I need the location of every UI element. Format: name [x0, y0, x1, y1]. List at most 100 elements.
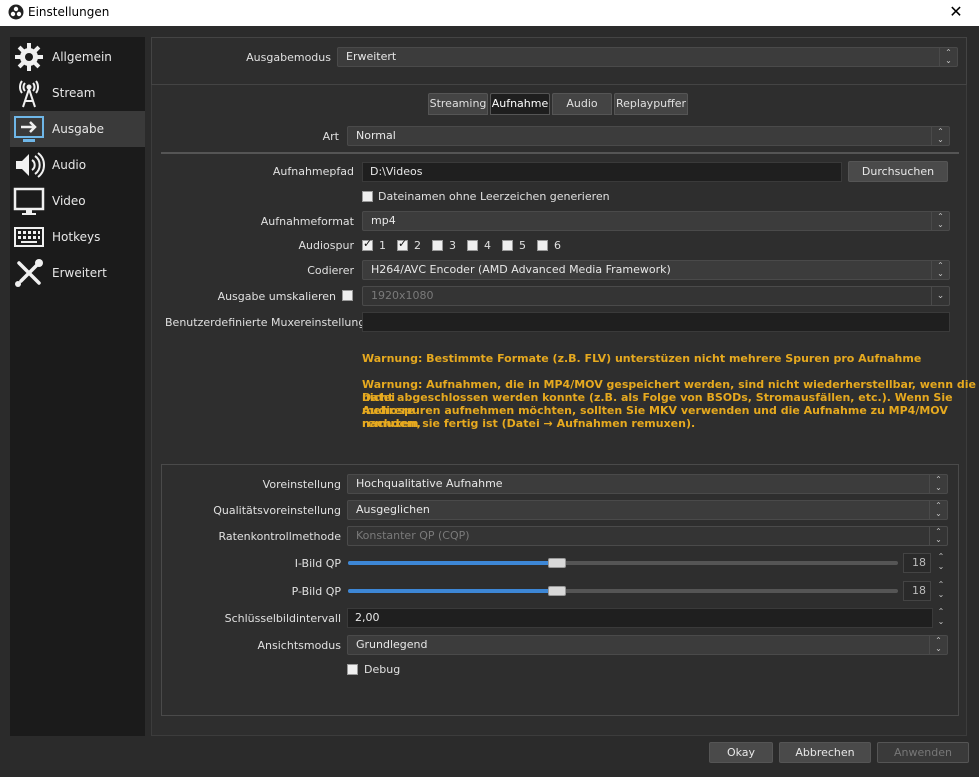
slider-handle[interactable] — [548, 586, 566, 596]
i-frame-qp-spinbox[interactable]: 18 — [903, 553, 931, 573]
output-mode-value: Erweitert — [346, 50, 397, 63]
spin-updown-icon[interactable]: ⌃ ⌄ — [934, 552, 948, 574]
sidebar-item-label: Stream — [52, 86, 96, 100]
audio-track-4-checkbox[interactable] — [467, 240, 478, 251]
sidebar-item-allgemein[interactable]: Allgemein — [10, 39, 145, 75]
sidebar-item-label: Allgemein — [52, 50, 112, 64]
type-select[interactable]: Normal ⌃ ⌄ — [347, 126, 950, 146]
format-value: mp4 — [371, 214, 396, 227]
p-frame-qp-spinbox[interactable]: 18 — [903, 581, 931, 601]
encoder-select[interactable]: H264/AVC Encoder (AMD Advanced Media Fra… — [362, 260, 950, 280]
sidebar-item-erweitert[interactable]: Erweitert — [10, 255, 145, 291]
recording-path-label: Aufnahmepfad — [272, 165, 354, 178]
tab-replaypuffer[interactable]: Replaypuffer — [614, 93, 688, 115]
spin-updown-icon[interactable]: ⌃ ⌄ — [934, 580, 948, 602]
rescale-label: Ausgabe umskalieren — [217, 290, 336, 303]
preset-select[interactable]: Hochqualitative Aufnahme ⌃ ⌄ — [347, 474, 948, 494]
sidebar-item-label: Erweitert — [52, 266, 107, 280]
encoder-label: Codierer — [307, 264, 354, 277]
debug-checkbox[interactable] — [347, 664, 358, 675]
sidebar-item-stream[interactable]: Stream — [10, 75, 145, 111]
speaker-icon — [16, 152, 45, 178]
audio-tracks-label: Audiospur — [298, 239, 354, 252]
muxer-settings-label: Benutzerdefinierte Muxereinstellungen — [165, 316, 380, 329]
quality-preset-value: Ausgeglichen — [356, 503, 430, 516]
rescale-checkbox[interactable] — [342, 290, 353, 301]
spin-updown-icon[interactable]: ⌃ ⌄ — [934, 607, 948, 629]
window-title: Einstellungen — [28, 5, 110, 19]
sidebar-item-label: Ausgabe — [52, 122, 105, 136]
tab-audio[interactable]: Audio — [552, 93, 612, 115]
tab-aufnahme[interactable]: Aufnahme — [490, 93, 550, 115]
keyframe-interval-input[interactable]: 2,00 — [347, 608, 933, 628]
no-spaces-checkbox[interactable] — [362, 191, 373, 202]
gear-icon — [15, 43, 43, 71]
output-mode-select[interactable]: Erweitert ⌃ ⌄ — [337, 47, 958, 67]
slider-fill — [348, 561, 557, 565]
monitor-icon — [13, 187, 45, 215]
preset-value: Hochqualitative Aufnahme — [356, 477, 503, 490]
output-monitor-icon — [14, 116, 44, 142]
audio-track-6-checkbox[interactable] — [537, 240, 548, 251]
rate-control-value: Konstanter QP (CQP) — [356, 529, 470, 542]
tab-streaming[interactable]: Streaming — [428, 93, 488, 115]
quality-preset-select[interactable]: Ausgeglichen ⌃ ⌄ — [347, 500, 948, 520]
section-divider — [161, 152, 959, 154]
preset-label: Voreinstellung — [262, 478, 341, 491]
sidebar-item-hotkeys[interactable]: Hotkeys — [10, 219, 145, 255]
i-frame-qp-label: I-Bild QP — [294, 557, 341, 570]
muxer-settings-input[interactable] — [362, 312, 950, 332]
type-label: Art — [322, 130, 339, 143]
encoder-value: H264/AVC Encoder (AMD Advanced Media Fra… — [371, 263, 671, 276]
chevron-updown-icon: ⌃ ⌄ — [931, 127, 949, 145]
browse-button[interactable]: Durchsuchen — [848, 161, 948, 182]
cancel-button[interactable]: Abbrechen — [779, 742, 871, 763]
window-titlebar: Einstellungen ✕ — [0, 0, 979, 26]
chevron-updown-icon: ⌃ ⌄ — [929, 475, 947, 493]
chevron-down-icon: ⌄ — [931, 287, 949, 305]
rescale-resolution-value: 1920x1080 — [371, 289, 434, 302]
warning-formats: Warnung: Bestimmte Formate (z.B. FLV) un… — [362, 352, 922, 365]
broadcast-tower-icon — [19, 80, 39, 108]
close-icon[interactable]: ✕ — [944, 2, 968, 22]
chevron-updown-icon: ⌃ ⌄ — [939, 48, 957, 66]
wrench-screwdriver-icon — [15, 259, 43, 287]
format-select[interactable]: mp4 ⌃ ⌄ — [362, 211, 950, 231]
audio-track-2-checkbox[interactable] — [397, 237, 408, 251]
chevron-updown-icon: ⌃ ⌄ — [929, 501, 947, 519]
chevron-updown-icon: ⌃ ⌄ — [931, 261, 949, 279]
type-value: Normal — [356, 129, 396, 142]
debug-label: Debug — [364, 663, 401, 676]
warning-mp4-line4: nachdem sie fertig ist (Datei → Aufnahme… — [362, 417, 696, 430]
audio-track-label: 1 — [379, 239, 386, 252]
keyboard-icon — [14, 227, 44, 247]
sidebar-item-audio[interactable]: Audio — [10, 147, 145, 183]
audio-track-label: 6 — [554, 239, 561, 252]
apply-button[interactable]: Anwenden — [877, 742, 969, 763]
chevron-updown-icon: ⌃ ⌄ — [929, 636, 947, 654]
p-frame-qp-slider[interactable] — [348, 586, 898, 596]
rate-control-label: Ratenkontrollmethode — [218, 530, 341, 543]
rate-control-select[interactable]: Konstanter QP (CQP) ⌃ ⌄ — [347, 526, 948, 546]
no-spaces-label: Dateinamen ohne Leerzeichen generieren — [378, 190, 610, 203]
keyframe-interval-label: Schlüsselbildintervall — [224, 612, 341, 625]
sidebar-item-ausgabe[interactable]: Ausgabe — [10, 111, 145, 147]
view-mode-select[interactable]: Grundlegend ⌃ ⌄ — [347, 635, 948, 655]
obs-logo-icon — [8, 4, 24, 20]
audio-track-label: 5 — [519, 239, 526, 252]
rescale-resolution-select[interactable]: 1920x1080 ⌄ — [362, 286, 950, 306]
recording-path-input[interactable]: D:\Videos — [362, 162, 842, 182]
audio-track-1-checkbox[interactable] — [362, 237, 373, 251]
audio-track-3-checkbox[interactable] — [432, 240, 443, 251]
slider-handle[interactable] — [548, 558, 566, 568]
sidebar-item-label: Hotkeys — [52, 230, 101, 244]
audio-track-label: 2 — [414, 239, 421, 252]
audio-track-5-checkbox[interactable] — [502, 240, 513, 251]
ok-button[interactable]: Okay — [709, 742, 773, 763]
view-mode-label: Ansichtsmodus — [257, 639, 341, 652]
audio-track-label: 4 — [484, 239, 491, 252]
p-frame-qp-label: P-Bild QP — [291, 585, 341, 598]
i-frame-qp-slider[interactable] — [348, 558, 898, 568]
sidebar-item-video[interactable]: Video — [10, 183, 145, 219]
settings-sidebar: Allgemein Stream Ausgabe Audio Video Hot… — [10, 37, 145, 736]
